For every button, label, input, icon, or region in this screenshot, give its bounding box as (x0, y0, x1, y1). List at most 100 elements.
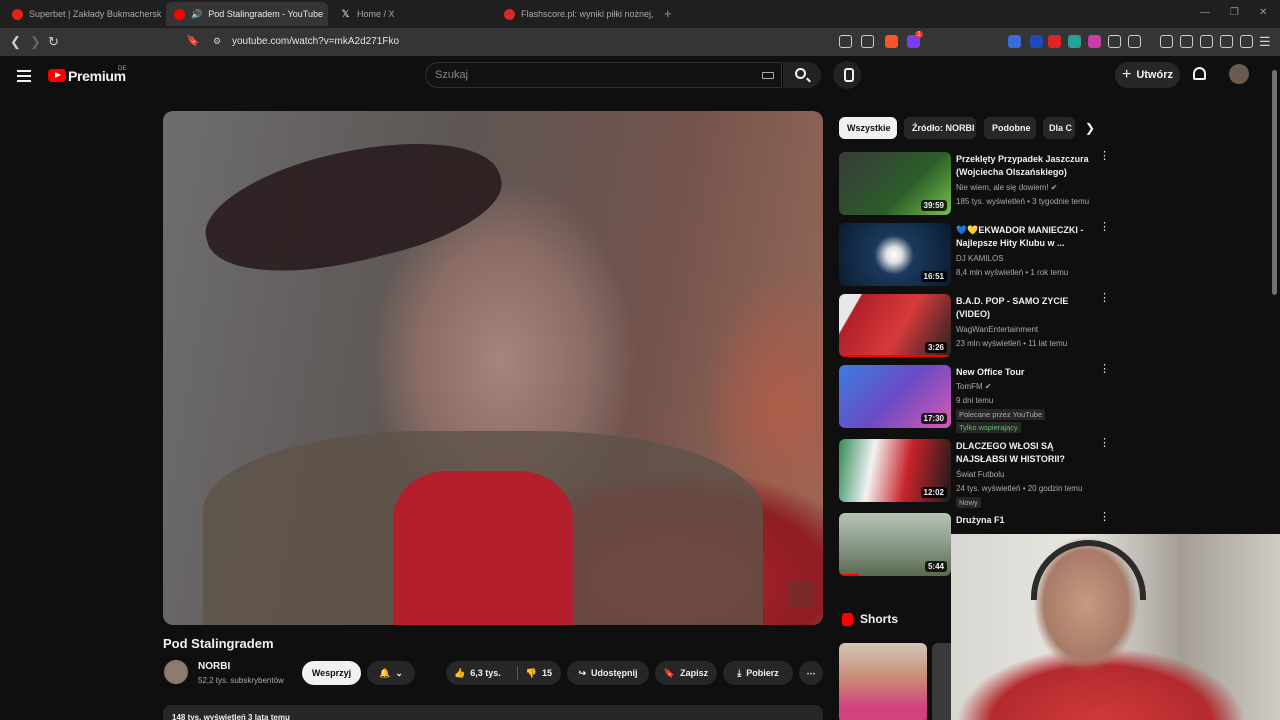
kebab-menu-icon[interactable]: ⋮ (1099, 151, 1110, 162)
support-button[interactable]: Wesprzyj (302, 661, 361, 685)
recommendation-channel[interactable]: Świat Futbolu (956, 470, 1004, 479)
chip-all[interactable]: Wszystkie (839, 117, 897, 139)
shorts-heading: Shorts (860, 612, 899, 626)
youtube-favicon-icon (174, 8, 185, 20)
chevron-right-icon[interactable]: ❯ (1085, 121, 1095, 135)
video-thumbnail[interactable]: 17:30 (839, 365, 951, 428)
extension-5-icon[interactable] (1088, 35, 1101, 48)
maximize-icon[interactable]: ❐ (1230, 7, 1239, 18)
superbet-favicon-icon (12, 8, 23, 20)
close-window-icon[interactable]: ✕ (1259, 7, 1267, 18)
recommendation-title[interactable]: B.A.D. POP - SAMO ZYCIE (VIDEO) (956, 295, 1094, 321)
search-button[interactable] (783, 62, 821, 88)
extension-4-icon[interactable] (1068, 35, 1081, 48)
media-icon[interactable] (1160, 35, 1173, 48)
views-and-date[interactable]: 148 tys. wyświetleń 3 lata temu (163, 705, 823, 720)
dislike-button[interactable]: 👎 15 (526, 668, 552, 679)
recommendation-title[interactable]: New Office Tour (956, 366, 1094, 379)
video-thumbnail[interactable]: 5:44 (839, 513, 951, 576)
url-field[interactable]: youtube.com/watch?v=mkA2d271Fko (232, 36, 399, 47)
video-thumbnail[interactable]: 39:59 (839, 152, 951, 215)
recommendation-channel[interactable]: TomFM ✔ (956, 382, 992, 391)
extension-6-icon[interactable] (1128, 35, 1141, 48)
keyboard-icon[interactable] (762, 72, 774, 79)
duration-badge: 39:59 (920, 200, 947, 211)
like-button[interactable]: 👍 6,3 tys. (454, 668, 501, 679)
scrollbar-thumb[interactable] (1272, 70, 1277, 295)
kebab-menu-icon[interactable]: ⋮ (1099, 512, 1110, 523)
save-button[interactable]: 🔖 Zapisz (655, 661, 717, 685)
channel-watermark[interactable] (788, 581, 814, 607)
new-tab-button[interactable]: + (664, 6, 672, 21)
reload-icon[interactable]: ↻ (48, 34, 59, 50)
chip-related[interactable]: Podobne (984, 117, 1036, 139)
cast-icon[interactable] (839, 35, 852, 48)
site-info-icon[interactable]: ⚙ (213, 36, 221, 47)
video-thumbnail[interactable]: 12:02 (839, 439, 951, 502)
extensions-icon[interactable] (1108, 35, 1121, 48)
recommendation-channel[interactable]: Nie wiem, ale się dowiem! ✔ (956, 183, 1057, 192)
kebab-menu-icon[interactable]: ⋮ (1099, 438, 1110, 449)
create-button[interactable]: + Utwórz (1115, 62, 1180, 88)
like-count: 6,3 tys. (470, 668, 501, 678)
browser-tab-bar: Superbet | Zakłady Bukmacherskie Online … (0, 0, 1280, 28)
recommendation-item[interactable]: 3:26 B.A.D. POP - SAMO ZYCIE (VIDEO) Wag… (839, 293, 1110, 360)
notifications-dropdown[interactable]: 🔔 ⌄ (367, 661, 415, 685)
youtube-logo-icon[interactable] (48, 69, 66, 82)
video-thumbnail[interactable]: 16:51 (839, 223, 951, 286)
recommendation-title[interactable]: 💙💛EKWADOR MANIECZKI - Najlepsze Hity Klu… (956, 224, 1094, 250)
speaker-icon[interactable]: 🔊 (191, 9, 202, 20)
kebab-menu-icon[interactable]: ⋮ (1099, 222, 1110, 233)
tab-youtube[interactable]: 🔊 Pod Stalingradem - YouTube ✕ (166, 2, 328, 26)
brave-shield-icon[interactable] (885, 35, 898, 48)
video-title: Pod Stalingradem (163, 636, 274, 651)
video-player[interactable] (163, 111, 823, 625)
extension-1-icon[interactable] (1008, 35, 1021, 48)
share-page-icon[interactable] (861, 35, 874, 48)
extension-2-icon[interactable] (1030, 35, 1043, 48)
leo-icon[interactable] (1220, 35, 1233, 48)
tab-flashscore[interactable]: Flashscore.pl: wyniki piłki nożnej, wyni… (496, 2, 654, 26)
tab-superbet[interactable]: Superbet | Zakłady Bukmacherskie Online (4, 2, 162, 26)
channel-name[interactable]: NORBI (198, 661, 230, 672)
back-icon[interactable]: ❮ (10, 34, 21, 50)
share-button[interactable]: ↪ Udostępnij (567, 661, 649, 685)
short-thumbnail[interactable] (932, 643, 952, 720)
forward-icon[interactable]: ❯ (30, 34, 41, 50)
account-avatar[interactable] (1229, 64, 1249, 84)
recommendation-title[interactable]: Drużyna F1 (956, 514, 1094, 527)
minimize-icon[interactable]: — (1200, 7, 1210, 18)
recommendation-meta: 23 mln wyświetleń • 11 lat temu (956, 339, 1068, 348)
wallet-icon[interactable] (1200, 35, 1213, 48)
recommendation-channel[interactable]: WagWanEntertainment (956, 325, 1038, 334)
menu-icon[interactable]: ☰ (1259, 34, 1271, 50)
channel-label: Nie wiem, ale się dowiem! (956, 183, 1049, 192)
more-actions-button[interactable]: ⋯ (799, 661, 823, 685)
download-button[interactable]: ⤓ Pobierz (723, 661, 793, 685)
extension-3-icon[interactable] (1048, 35, 1061, 48)
bookmark-icon[interactable]: 🔖 (186, 34, 200, 47)
channel-avatar[interactable] (164, 660, 188, 684)
recommendation-channel[interactable]: DJ KAMILOS (956, 254, 1004, 263)
recommended-badge: Polecane przez YouTube (956, 409, 1046, 420)
kebab-menu-icon[interactable]: ⋮ (1099, 293, 1110, 304)
chip-for-you[interactable]: Dla C (1043, 117, 1075, 139)
short-thumbnail[interactable] (839, 643, 927, 720)
vpn-icon[interactable] (1240, 35, 1253, 48)
recommendation-title[interactable]: Przeklęty Przypadek Jaszczura (Wojciecha… (956, 153, 1094, 179)
tab-x[interactable]: 𝕏 Home / X (332, 2, 490, 26)
guide-menu-icon[interactable] (17, 70, 31, 82)
recommendation-item[interactable]: 16:51 💙💛EKWADOR MANIECZKI - Najlepsze Hi… (839, 222, 1110, 289)
recommendation-item[interactable]: 17:30 New Office Tour TomFM ✔ 9 dni temu… (839, 364, 1110, 435)
notifications-bell-icon[interactable] (1193, 67, 1206, 80)
recommendation-item[interactable]: 12:02 DLACZEGO WŁOSI SĄ NAJSŁABSI W HIST… (839, 438, 1110, 508)
sidebar-icon[interactable] (1180, 35, 1193, 48)
search-icon (795, 68, 806, 79)
kebab-menu-icon[interactable]: ⋮ (1099, 364, 1110, 375)
voice-search-button[interactable] (833, 61, 861, 89)
recommendation-title[interactable]: DLACZEGO WŁOSI SĄ NAJSŁABSI W HISTORII? (956, 440, 1094, 466)
recommendation-item[interactable]: 39:59 Przeklęty Przypadek Jaszczura (Woj… (839, 151, 1110, 218)
search-input[interactable]: Szukaj (425, 62, 782, 88)
video-thumbnail[interactable]: 3:26 (839, 294, 951, 357)
chip-source[interactable]: Źródło: NORBI (904, 117, 976, 139)
